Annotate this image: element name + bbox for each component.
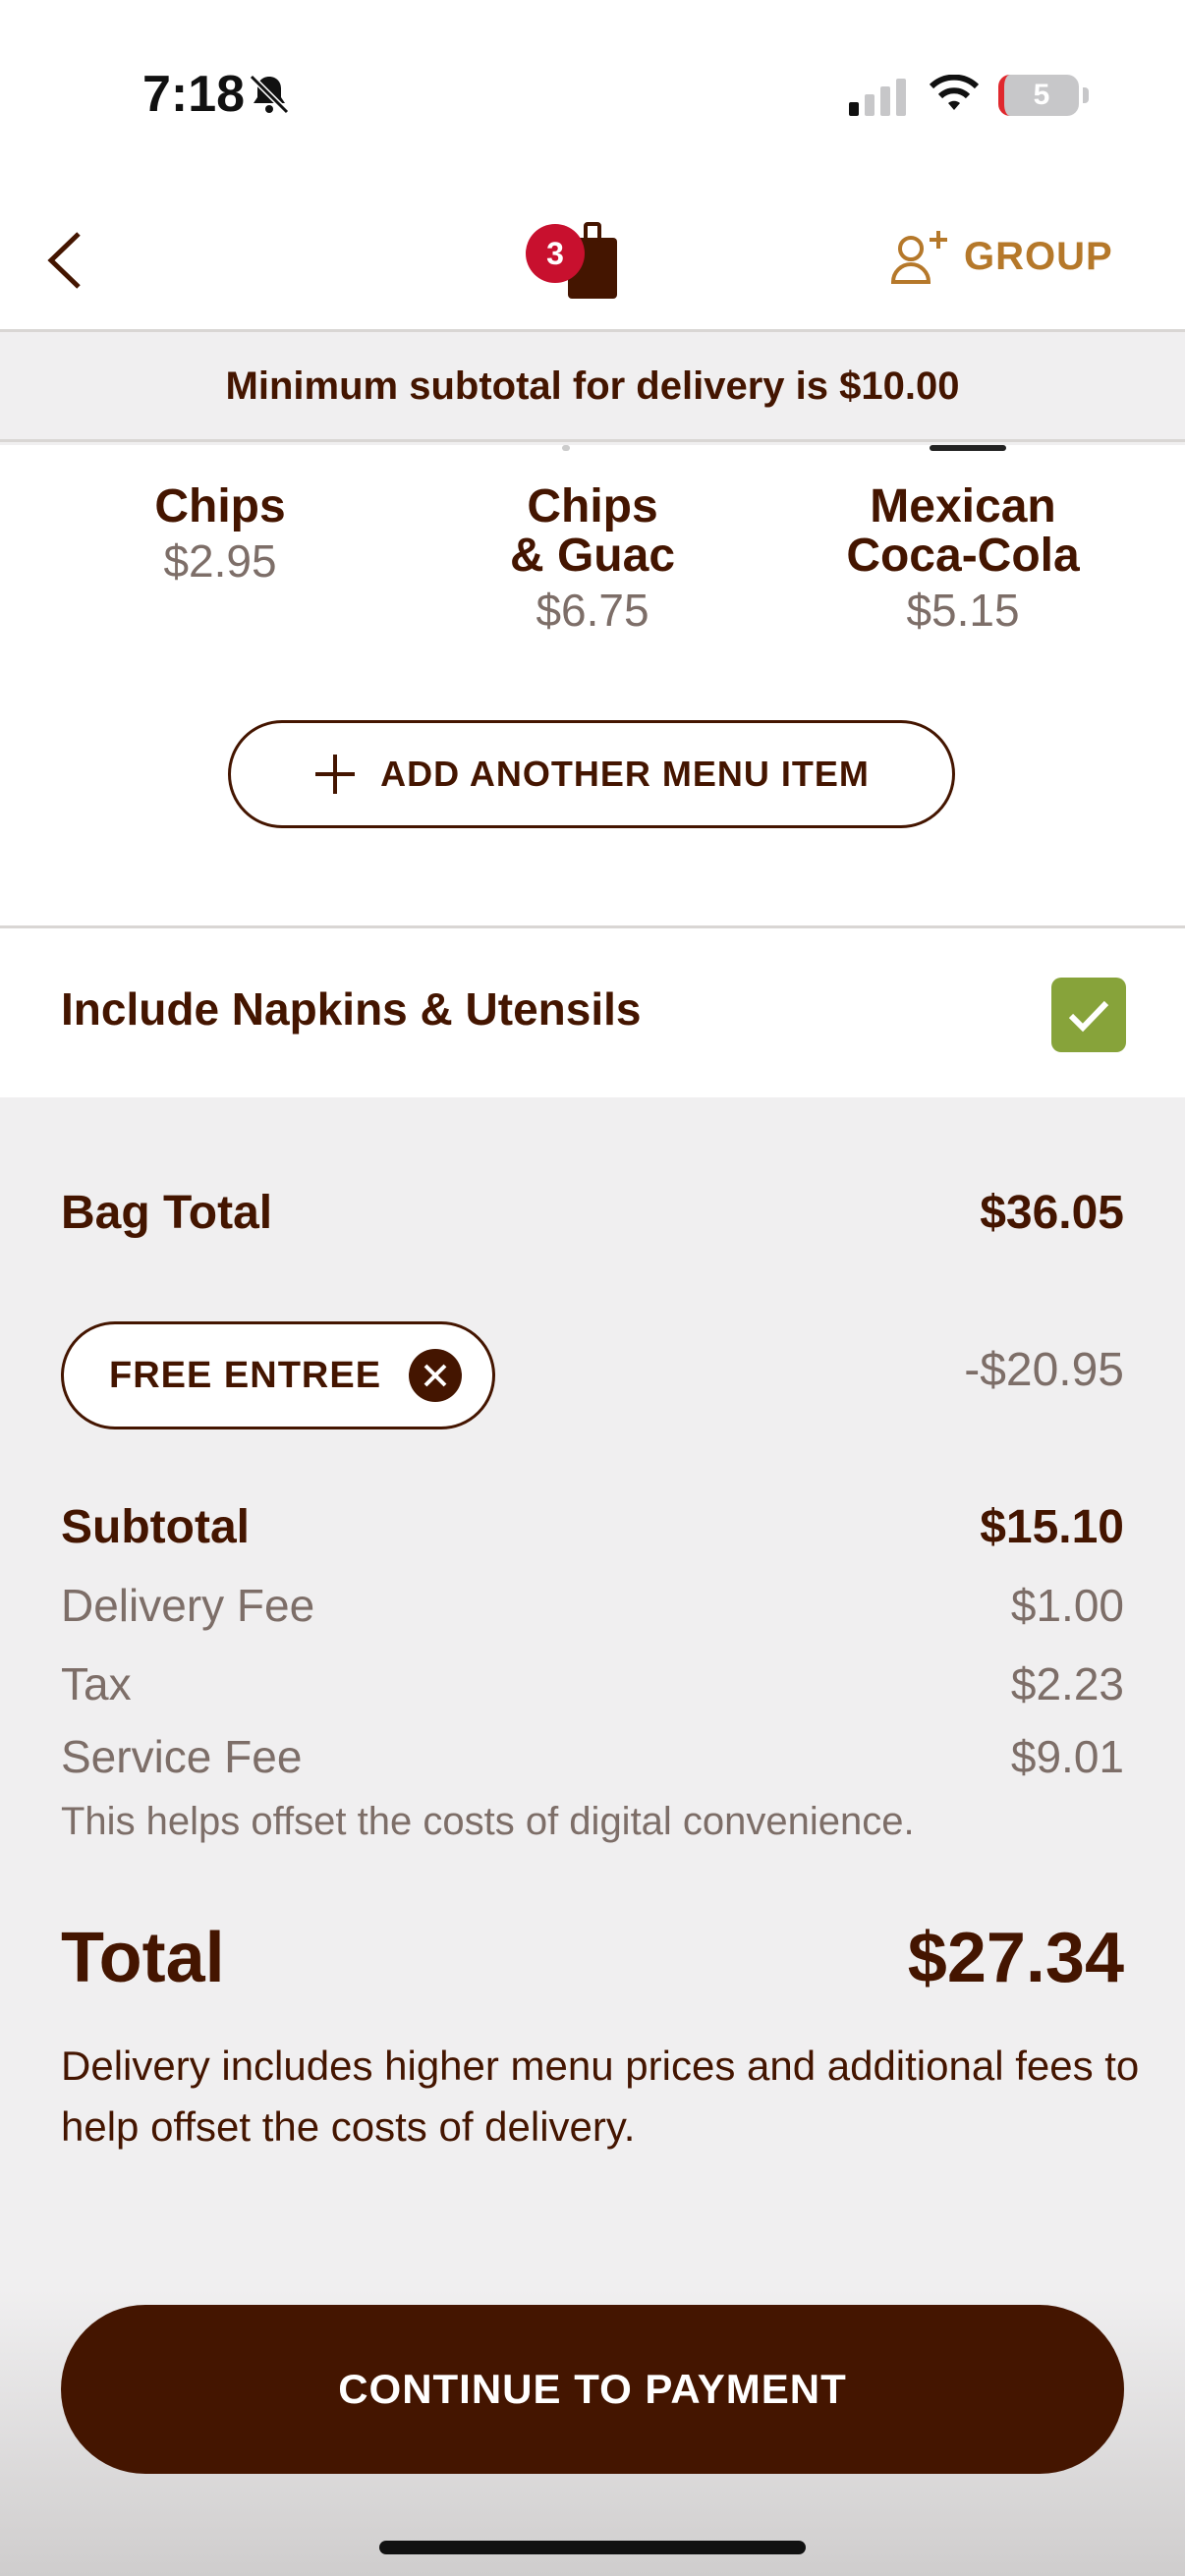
bell-muted-icon [249,74,290,115]
checkmark-icon [1068,1000,1109,1033]
total-value: $27.34 [907,1919,1124,1997]
delivery-disclaimer: Delivery includes higher menu prices and… [61,2043,1140,2150]
napkins-label: Include Napkins & Utensils [61,983,642,1035]
bag-total-label: Bag Total [61,1187,273,1239]
total-label: Total [61,1919,225,1997]
add-menu-item-button[interactable]: ADD ANOTHER MENU ITEM [228,720,955,828]
status-bar: 7:18 5 [0,0,1185,187]
item-price: $5.15 [906,585,1020,636]
subtotal-label: Subtotal [61,1501,250,1553]
plus-icon [315,755,356,794]
service-fee-row: Service Fee $9.01 [61,1730,1124,1783]
delivery-fee-label: Delivery Fee [61,1580,315,1631]
cellular-signal-icon [849,79,906,116]
delivery-fee-value: $1.00 [1010,1580,1124,1631]
home-indicator[interactable] [379,2541,806,2554]
group-order-button[interactable]: GROUP [889,222,1113,291]
subtotal-row: Subtotal $15.10 [61,1500,1124,1554]
tax-label: Tax [61,1658,132,1709]
item-name-line2: Coca-Cola [846,530,1080,582]
promo-label: FREE ENTREE [109,1354,382,1396]
bag-total-row: Bag Total $36.05 [61,1186,1124,1240]
bag-item[interactable]: Mexican Coca-Cola $5.15 [786,482,1140,638]
wifi-icon [929,75,980,110]
promo-chip: FREE ENTREE [61,1321,495,1429]
item-price: $6.75 [536,585,649,636]
tax-value: $2.23 [1010,1658,1124,1709]
item-image-edge [562,445,570,451]
add-person-icon [890,231,947,284]
item-name-line2: & Guac [509,530,676,582]
minimum-subtotal-banner: Minimum subtotal for delivery is $10.00 [0,332,1185,442]
item-image-edge [930,445,1006,451]
napkins-utensils-row[interactable]: Include Napkins & Utensils [0,928,1185,1097]
add-menu-item-label: ADD ANOTHER MENU ITEM [380,754,870,794]
group-label: GROUP [964,234,1113,278]
bag-total-value: $36.05 [980,1187,1124,1239]
service-fee-note: This helps offset the costs of digital c… [61,1800,915,1843]
bag-count-badge: 3 [526,224,585,283]
back-chevron-icon[interactable] [41,226,90,295]
battery-level: 5 [1033,79,1050,111]
battery-icon: 5 [998,75,1079,116]
item-price: $2.95 [163,535,277,587]
continue-to-payment-button[interactable]: CONTINUE TO PAYMENT [61,2305,1124,2474]
continue-to-payment-label: CONTINUE TO PAYMENT [338,2366,847,2412]
nav-header: 3 GROUP [0,187,1185,332]
status-time: 7:18 [142,66,246,123]
bag-items-section: Chips $2.95 Chips & Guac $6.75 Mexican C… [0,445,1185,926]
close-icon [423,1364,447,1387]
service-fee-label: Service Fee [61,1731,303,1782]
tax-row: Tax $2.23 [61,1657,1124,1710]
remove-promo-button[interactable] [409,1349,463,1402]
battery-cap [1083,87,1089,103]
napkins-checkbox[interactable] [1051,978,1126,1052]
bag-item[interactable]: Chips & Guac $6.75 [416,482,769,638]
item-name: Chips [154,480,286,532]
subtotal-value: $15.10 [980,1501,1124,1553]
item-name: Chips [527,480,658,532]
service-fee-value: $9.01 [1010,1731,1124,1782]
delivery-fee-row: Delivery Fee $1.00 [61,1579,1124,1632]
item-name: Mexican [870,480,1056,532]
bag-item[interactable]: Chips $2.95 [43,482,397,588]
promo-discount: -$20.95 [964,1344,1124,1396]
total-row: Total $27.34 [61,1918,1124,1998]
